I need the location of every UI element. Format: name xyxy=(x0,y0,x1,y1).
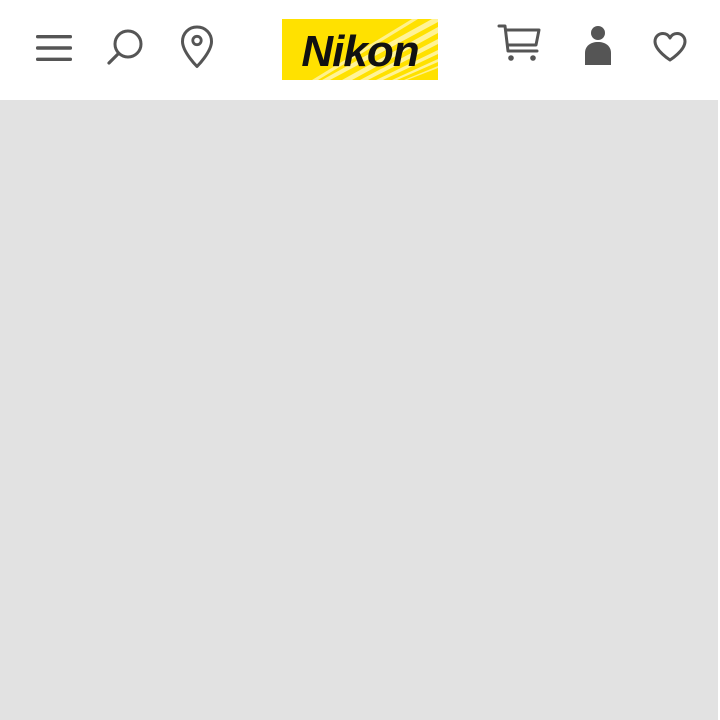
search-button[interactable] xyxy=(104,26,146,68)
nikon-logo[interactable]: Nikon xyxy=(282,19,438,80)
menu-button[interactable] xyxy=(32,28,76,68)
store-locator-button[interactable] xyxy=(178,24,216,70)
location-pin-icon xyxy=(180,25,214,69)
wishlist-button[interactable] xyxy=(650,28,690,66)
cart-button[interactable] xyxy=(496,22,544,64)
site-header: Nikon xyxy=(0,0,720,100)
main-content-placeholder xyxy=(0,100,718,720)
cart-icon xyxy=(497,23,543,63)
menu-icon xyxy=(34,33,74,63)
logo-text: Nikon xyxy=(301,26,419,76)
user-icon xyxy=(583,25,613,67)
search-icon xyxy=(105,27,145,67)
heart-icon xyxy=(652,31,688,63)
account-button[interactable] xyxy=(580,24,616,68)
